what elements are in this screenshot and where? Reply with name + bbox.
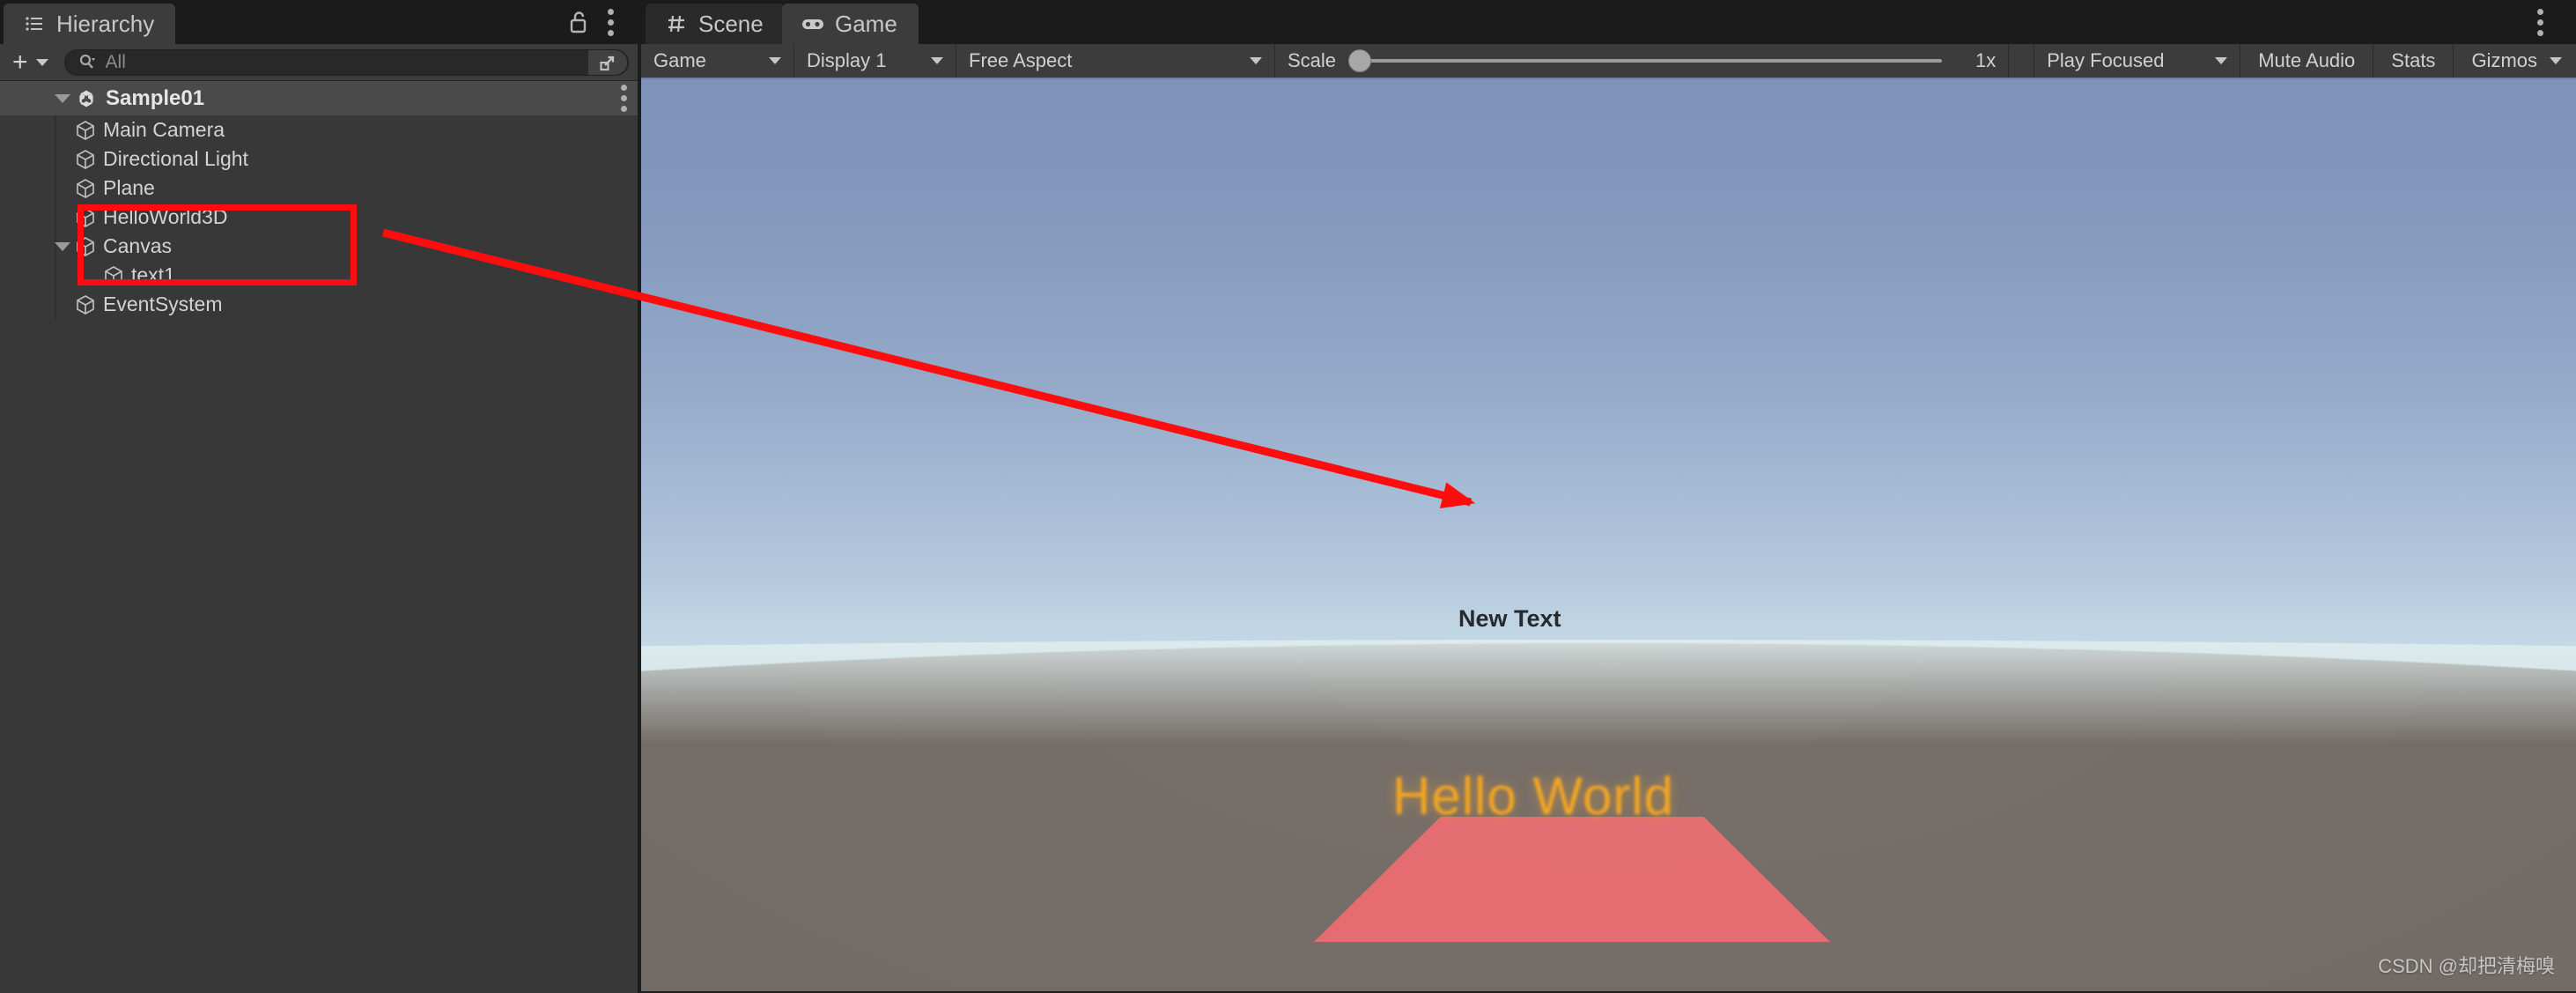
view-mode-value: Game — [653, 49, 706, 71]
hierarchy-item-helloworld3d[interactable]: HelloWorld3D — [0, 203, 638, 232]
plus-icon: + — [12, 47, 28, 77]
hierarchy-tree: Sample01 Main Camera Directional Light Pla… — [0, 81, 638, 319]
hierarchy-item-canvas[interactable]: Canvas — [0, 232, 638, 261]
top-tab-strip: Hierarchy Scene Game — [0, 0, 2576, 44]
tab-game[interactable]: Game — [782, 4, 919, 44]
gameobject-cube-icon — [76, 149, 95, 170]
hierarchy-item-label: Canvas — [103, 234, 172, 257]
scale-slider-track — [1348, 59, 1942, 63]
hierarchy-toolbar: + — [0, 44, 638, 81]
world-text-helloworld3d: Hello World — [1392, 767, 1674, 826]
hierarchy-item-label: EventSystem — [103, 293, 223, 315]
hierarchy-item-label: Plane — [103, 176, 155, 199]
tab-hierarchy[interactable]: Hierarchy — [4, 4, 176, 44]
hierarchy-kebab-menu-icon[interactable] — [607, 8, 614, 36]
chevron-down-icon — [2215, 57, 2228, 64]
hierarchy-item-text1[interactable]: text1 — [0, 261, 638, 290]
tab-scene-label: Scene — [698, 10, 764, 37]
expand-arrow-icon[interactable] — [588, 49, 627, 75]
gizmos-label: Gizmos — [2471, 49, 2537, 71]
stats-label: Stats — [2391, 49, 2436, 71]
chevron-down-icon — [1250, 57, 1262, 64]
hierarchy-item-main-camera[interactable]: Main Camera — [0, 115, 638, 145]
list-icon — [23, 12, 46, 35]
hierarchy-scene-row[interactable]: Sample01 — [0, 81, 638, 115]
chevron-down-icon — [35, 58, 48, 66]
game-view-toolbar: Game Display 1 Free Aspect Scale 1x Play… — [641, 44, 2576, 79]
hierarchy-panel: + All Sample01 Main Camera Directional L… — [0, 44, 639, 993]
toolbar-spacer — [2009, 44, 2035, 78]
play-mode-value: Play Focused — [2047, 49, 2165, 71]
chevron-down-icon — [2550, 57, 2562, 64]
hierarchy-item-directional-light[interactable]: Directional Light — [0, 145, 638, 174]
chevron-down-icon — [769, 57, 781, 64]
unity-editor-window: Hierarchy Scene Game + All Sample01 Main… — [0, 0, 2576, 993]
search-input[interactable] — [105, 51, 588, 73]
window-menu — [2536, 0, 2543, 44]
play-mode-dropdown[interactable]: Play Focused — [2034, 44, 2241, 78]
window-kebab-menu-icon[interactable] — [2536, 8, 2543, 36]
hierarchy-item-eventsystem[interactable]: EventSystem — [0, 290, 638, 319]
game-view-panel: Game Display 1 Free Aspect Scale 1x Play… — [641, 44, 2576, 993]
hierarchy-search-field[interactable] — [63, 48, 629, 76]
scale-slider-knob[interactable] — [1348, 49, 1372, 72]
gameobject-cube-icon — [104, 265, 123, 286]
display-value: Display 1 — [807, 49, 887, 71]
mute-audio-label: Mute Audio — [2258, 49, 2356, 71]
view-mode-dropdown[interactable]: Game — [641, 44, 794, 78]
gameobject-cube-icon — [76, 120, 95, 141]
hierarchy-item-label: HelloWorld3D — [103, 205, 228, 228]
csdn-watermark: CSDN @却把清梅嗅 — [2378, 955, 2555, 977]
scale-slider[interactable] — [1348, 44, 1942, 78]
hierarchy-items-container: Main Camera Directional Light Plane HelloWo… — [0, 115, 638, 319]
hierarchy-tab-actions — [568, 0, 614, 44]
tab-game-label: Game — [835, 10, 897, 37]
stats-toggle[interactable]: Stats — [2373, 44, 2454, 78]
gameobject-cube-icon — [76, 294, 95, 315]
chevron-down-icon[interactable] — [55, 93, 70, 103]
game-render-surface[interactable]: Hello World New Text CSDN @却把清梅嗅 — [641, 79, 2576, 991]
gameobject-cube-icon — [76, 178, 95, 199]
gamepad-icon — [801, 12, 824, 35]
unity-scene-icon — [76, 88, 97, 109]
mute-audio-toggle[interactable]: Mute Audio — [2240, 44, 2374, 78]
scale-label: Scale — [1288, 49, 1337, 71]
aspect-ratio-value: Free Aspect — [969, 49, 1073, 71]
scale-value: 1x — [1974, 49, 1997, 71]
grid-icon — [665, 12, 688, 35]
chevron-down-icon — [931, 57, 943, 64]
add-gameobject-button[interactable]: + — [12, 47, 54, 77]
chevron-down-icon[interactable] — [55, 241, 70, 251]
lock-open-icon[interactable] — [568, 10, 589, 34]
ui-text-newtext: New Text — [1458, 605, 1561, 632]
gizmos-toggle[interactable]: Gizmos — [2454, 44, 2576, 78]
hierarchy-item-label: Main Camera — [103, 118, 225, 141]
hierarchy-item-label: Directional Light — [103, 147, 248, 170]
tab-hierarchy-label: Hierarchy — [56, 10, 155, 37]
tab-scene[interactable]: Scene — [646, 4, 785, 44]
hierarchy-item-plane[interactable]: Plane — [0, 174, 638, 203]
gameobject-cube-icon — [76, 207, 95, 228]
scene-name-label: Sample01 — [106, 85, 205, 110]
hierarchy-item-label: text1 — [131, 263, 175, 286]
display-dropdown[interactable]: Display 1 — [794, 44, 956, 78]
gameobject-cube-icon — [76, 236, 95, 257]
scene-row-kebab-menu-icon[interactable] — [620, 84, 627, 112]
search-icon — [78, 53, 97, 72]
scale-control[interactable]: Scale 1x — [1275, 44, 2010, 78]
aspect-ratio-dropdown[interactable]: Free Aspect — [956, 44, 1275, 78]
